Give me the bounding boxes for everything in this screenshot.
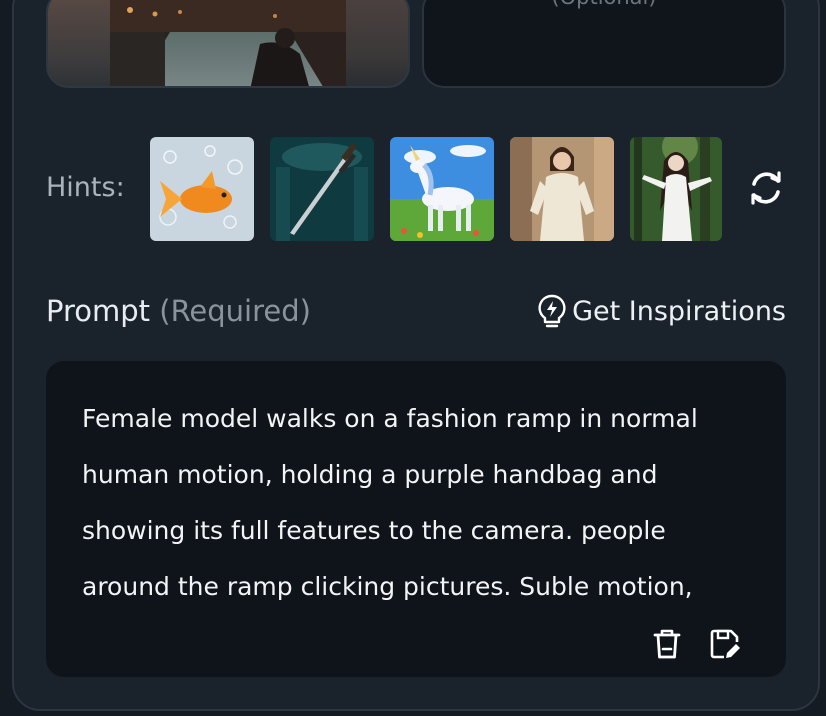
prompt-title: Prompt (Required) <box>46 294 311 328</box>
image-blur-right <box>346 0 408 86</box>
optional-label: (Optional) <box>424 0 784 9</box>
refresh-icon <box>751 171 781 205</box>
get-inspirations-button[interactable]: Get Inspirations <box>538 294 786 328</box>
clear-prompt-button[interactable] <box>650 627 684 661</box>
save-prompt-button[interactable] <box>708 627 742 661</box>
required-label: (Required) <box>159 294 311 328</box>
image-blur-left <box>48 0 110 86</box>
refresh-hints-button[interactable] <box>746 168 786 208</box>
delete-icon <box>653 629 681 659</box>
uploaded-image-card[interactable] <box>46 0 410 88</box>
runway-scene-image <box>110 0 350 86</box>
hint-dagger[interactable] <box>270 137 374 241</box>
save-edit-icon <box>710 629 740 659</box>
forest-woman-image <box>630 137 722 241</box>
optional-image-slot[interactable]: (Optional) <box>422 0 786 88</box>
goldfish-image <box>150 137 254 241</box>
hints-label: Hints: <box>46 172 125 203</box>
hint-fashion-woman[interactable] <box>510 137 614 241</box>
hint-goldfish[interactable] <box>150 137 254 241</box>
get-inspirations-label: Get Inspirations <box>572 295 786 327</box>
hint-forest-woman[interactable] <box>630 137 722 241</box>
woman-image <box>510 137 614 241</box>
prompt-label: Prompt <box>46 294 151 328</box>
prompt-input[interactable]: Female model walks on a fashion ramp in … <box>46 361 786 677</box>
unicorn-image <box>390 137 494 241</box>
dagger-image <box>270 137 374 241</box>
hint-unicorn[interactable] <box>390 137 494 241</box>
prompt-text[interactable]: Female model walks on a fashion ramp in … <box>82 391 752 615</box>
lightbulb-icon <box>538 294 566 328</box>
